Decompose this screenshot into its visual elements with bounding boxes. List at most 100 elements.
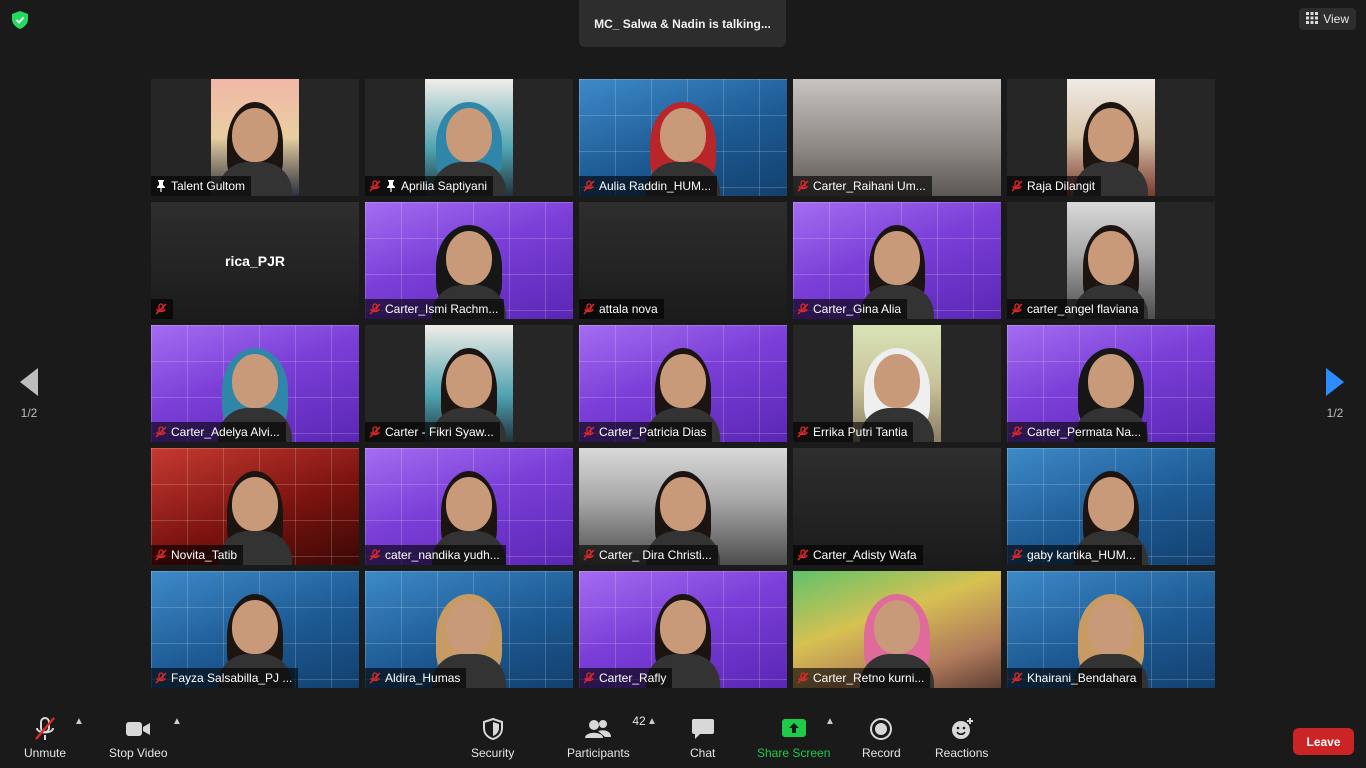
muted-microphone-icon — [797, 303, 809, 315]
participant-tile[interactable]: rica_PJR — [151, 202, 359, 319]
muted-microphone-icon — [583, 303, 595, 315]
face-shape — [1088, 600, 1134, 654]
muted-microphone-icon — [1011, 549, 1023, 561]
face-shape — [1088, 231, 1134, 285]
stop-video-label: Stop Video — [109, 746, 168, 760]
security-shield-icon[interactable] — [11, 11, 29, 29]
leave-meeting-button[interactable]: Leave — [1293, 728, 1354, 755]
participant-tile[interactable]: Aldira_Humas — [365, 571, 573, 688]
participant-name: attala nova — [599, 302, 658, 316]
participant-name: Talent Gultom — [171, 179, 246, 193]
participant-name: Carter_Adelya Alvi... — [171, 425, 280, 439]
participant-tile[interactable]: Carter_Rafly — [579, 571, 787, 688]
participant-name-label: Carter_Adelya Alvi... — [151, 422, 286, 442]
participant-tile[interactable]: Carter_ Dira Christi... — [579, 448, 787, 565]
face-shape — [874, 231, 920, 285]
view-button[interactable]: View — [1299, 8, 1356, 30]
previous-page-control[interactable]: 1/2 — [14, 368, 44, 420]
leave-label: Leave — [1306, 734, 1341, 749]
participant-name: Novita_Tatib — [171, 548, 238, 562]
participant-name: gaby kartika_HUM... — [1027, 548, 1136, 562]
chat-button[interactable]: Chat — [690, 714, 715, 760]
participant-tile[interactable]: Aulia Raddin_HUM... — [579, 79, 787, 196]
participant-name: Carter_Patricia Dias — [599, 425, 707, 439]
video-options-caret-icon[interactable]: ▲ — [172, 716, 182, 727]
face-shape — [660, 600, 706, 654]
unmute-button[interactable]: Unmute — [24, 714, 66, 760]
view-label: View — [1323, 12, 1349, 26]
meeting-toolbar: Unmute ▲ Stop Video ▲ Security 42 Partic… — [0, 710, 1366, 768]
face-shape — [446, 477, 492, 531]
participant-tile[interactable]: Khairani_Bendahara — [1007, 571, 1215, 688]
security-button[interactable]: Security — [471, 714, 514, 760]
participant-name: Aulia Raddin_HUM... — [599, 179, 712, 193]
participant-name-label: Carter_Rafly — [579, 668, 673, 688]
face-shape — [446, 600, 492, 654]
face-shape — [446, 354, 492, 408]
face-shape — [232, 108, 278, 162]
participant-name-label — [151, 299, 173, 319]
stop-video-button[interactable]: Stop Video — [109, 714, 168, 760]
grid-view-icon — [1306, 11, 1319, 27]
muted-microphone-icon — [155, 426, 167, 438]
participant-name: Aprilia Saptiyani — [401, 179, 488, 193]
muted-microphone-icon — [369, 180, 381, 192]
participant-name: Carter_Permata Na... — [1027, 425, 1142, 439]
participants-button[interactable]: 42 Participants — [567, 714, 646, 760]
participant-name-label: Talent Gultom — [151, 176, 252, 196]
participant-name-label: Aldira_Humas — [365, 668, 467, 688]
muted-microphone-icon — [155, 672, 167, 684]
participant-name-display: rica_PJR — [225, 252, 285, 269]
participant-tile[interactable]: Carter_Retno kurni... — [793, 571, 1001, 688]
muted-microphone-icon — [583, 672, 595, 684]
participant-name-label: Carter_ Dira Christi... — [579, 545, 718, 565]
participant-name: Carter - Fikri Syaw... — [385, 425, 494, 439]
share-screen-button[interactable]: Share Screen — [757, 714, 830, 760]
muted-microphone-icon — [155, 549, 167, 561]
participant-tile[interactable]: Fayza Salsabilla_PJ ... — [151, 571, 359, 688]
muted-microphone-icon — [369, 672, 381, 684]
participant-name-label: Carter_Patricia Dias — [579, 422, 713, 442]
face-shape — [232, 600, 278, 654]
participant-tile[interactable]: Errika Putri Tantia — [793, 325, 1001, 442]
participant-name: Khairani_Bendahara — [1027, 671, 1137, 685]
participant-name: Carter_ Dira Christi... — [599, 548, 712, 562]
security-label: Security — [471, 746, 515, 760]
participant-name: Carter_Adisty Wafa — [813, 548, 917, 562]
chat-bubble-icon — [691, 714, 715, 744]
previous-page-arrow-icon[interactable] — [20, 368, 38, 396]
muted-microphone-icon — [1011, 303, 1023, 315]
participant-tile[interactable]: Carter_Patricia Dias — [579, 325, 787, 442]
participant-tile[interactable]: Raja Dilangit — [1007, 79, 1215, 196]
next-page-arrow-icon[interactable] — [1326, 368, 1344, 396]
record-button[interactable]: Record — [862, 714, 901, 760]
participant-tile[interactable]: Carter_Ismi Rachm... — [365, 202, 573, 319]
participant-tile[interactable]: Aprilia Saptiyani — [365, 79, 573, 196]
unmute-label: Unmute — [24, 746, 67, 760]
share-options-caret-icon[interactable]: ▲ — [825, 716, 835, 727]
participant-tile[interactable]: Carter - Fikri Syaw... — [365, 325, 573, 442]
participant-name-label: Carter_Adisty Wafa — [793, 545, 923, 565]
face-shape — [660, 477, 706, 531]
participants-options-caret-icon[interactable]: ▲ — [647, 716, 657, 727]
participant-tile[interactable]: Carter_Permata Na... — [1007, 325, 1215, 442]
participant-tile[interactable]: Carter_Adisty Wafa — [793, 448, 1001, 565]
previous-page-indicator: 1/2 — [20, 406, 38, 420]
participant-tile[interactable]: Carter_Raihani Um... — [793, 79, 1001, 196]
participant-tile[interactable]: gaby kartika_HUM... — [1007, 448, 1215, 565]
participant-tile[interactable]: attala nova — [579, 202, 787, 319]
participant-tile[interactable]: cater_nandika yudh... — [365, 448, 573, 565]
face-shape — [446, 231, 492, 285]
reactions-button[interactable]: Reactions — [935, 714, 988, 760]
participant-tile[interactable]: Novita_Tatib — [151, 448, 359, 565]
participant-tile[interactable]: carter_angel flaviana — [1007, 202, 1215, 319]
audio-options-caret-icon[interactable]: ▲ — [74, 716, 84, 727]
participant-name-label: Carter_Ismi Rachm... — [365, 299, 505, 319]
participant-tile[interactable]: Talent Gultom — [151, 79, 359, 196]
face-shape — [232, 354, 278, 408]
participant-tile[interactable]: Carter_Adelya Alvi... — [151, 325, 359, 442]
participant-tile[interactable]: Carter_Gina Alia — [793, 202, 1001, 319]
participant-name-label: Novita_Tatib — [151, 545, 244, 565]
next-page-control[interactable]: 1/2 — [1320, 368, 1350, 420]
participant-name-label: Errika Putri Tantia — [793, 422, 914, 442]
